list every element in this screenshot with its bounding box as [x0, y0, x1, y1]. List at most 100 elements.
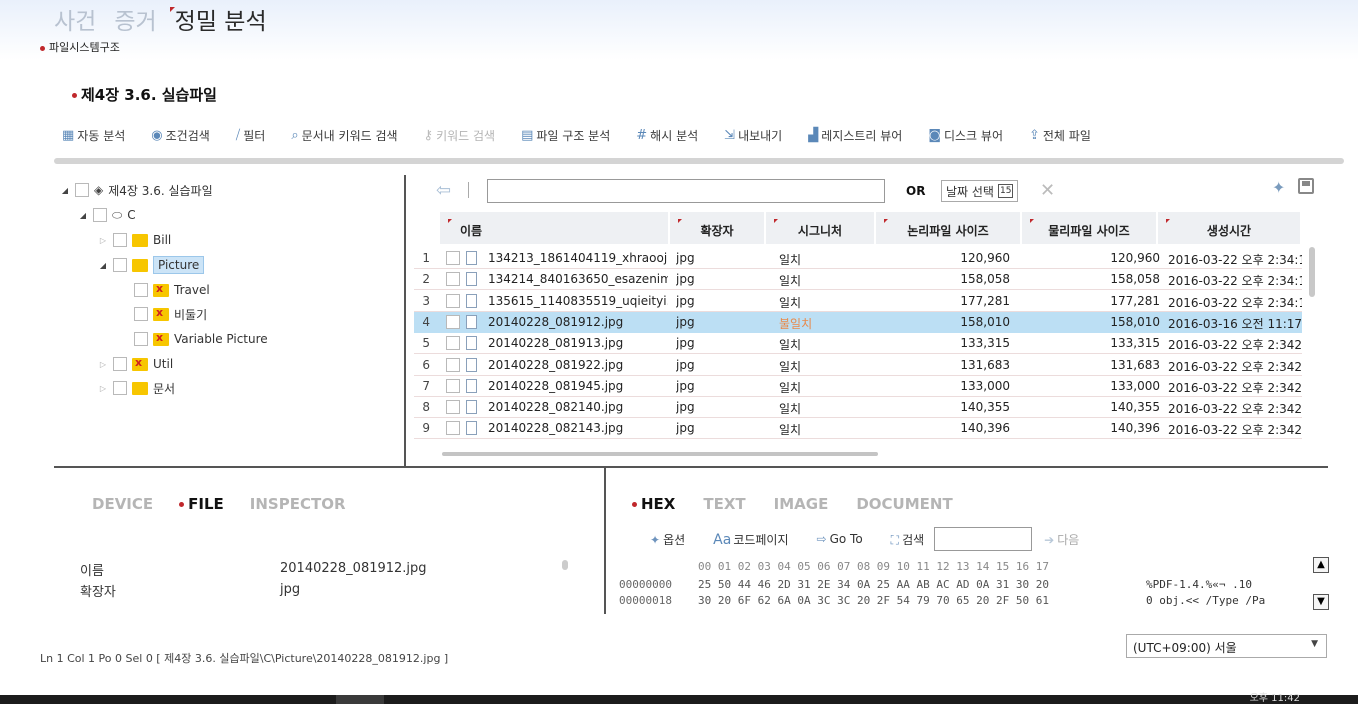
tree-checkbox[interactable]	[134, 332, 148, 346]
table-row[interactable]: 7 20140228_081945.jpg jpg 일치 133,000 133,000 2…	[414, 376, 1302, 397]
col-header-ext[interactable]: 확장자	[670, 212, 766, 244]
toolbar-label: 레지스트리 뷰어	[821, 128, 903, 143]
toolbar-item-auto-analysis[interactable]: ▦ 자동 분석	[62, 124, 125, 146]
tree-item-picture[interactable]: ◢ Picture	[98, 255, 205, 275]
tab-document[interactable]: DOCUMENT	[856, 495, 952, 513]
nav-case[interactable]: 사건	[54, 2, 96, 36]
table-row[interactable]: 6 20140228_081922.jpg jpg 일치 131,683 131,683 2…	[414, 355, 1302, 376]
table-row[interactable]: 8 20140228_082140.jpg jpg 일치 140,355 140,355 2…	[414, 397, 1302, 419]
tree-item-documents[interactable]: ▷ 문서	[98, 378, 175, 398]
cell-signature: 일치	[779, 338, 802, 353]
tree-checkbox[interactable]	[113, 381, 127, 395]
row-checkbox[interactable]	[446, 272, 460, 287]
timezone-select[interactable]: (UTC+09:00) 서울 ▼	[1126, 634, 1327, 658]
tree-checkbox[interactable]	[113, 357, 127, 371]
row-checkbox[interactable]	[446, 421, 460, 436]
hex-bytes[interactable]: 30 20 6F 62 6A 0A 3C 3C 20 2F 54 79 70 6…	[698, 594, 1049, 607]
tab-inspector[interactable]: INSPECTOR	[250, 495, 346, 513]
cell-ext: jpg	[676, 378, 695, 393]
tree-checkbox[interactable]	[113, 258, 127, 272]
toolbar-item-registry[interactable]: ▟ 레지스트리 뷰어	[808, 124, 902, 146]
toolbar-item-file-structure[interactable]: ▤ 파일 구조 분석	[521, 124, 610, 146]
hex-search-button[interactable]: ⛶ 검색	[891, 531, 925, 548]
expanded-triangle-icon[interactable]: ◢	[78, 211, 88, 220]
row-checkbox[interactable]	[446, 378, 460, 393]
clear-filter-icon[interactable]: ✕	[1040, 180, 1055, 201]
tab-hex[interactable]: HEX	[632, 495, 675, 513]
col-header-signature[interactable]: 시그니처	[766, 212, 876, 244]
hex-ascii[interactable]: %PDF-1.4.%«¬ .10	[1146, 578, 1252, 591]
collapsed-triangle-icon[interactable]: ▷	[98, 384, 108, 393]
row-checkbox[interactable]	[446, 251, 460, 265]
vertical-scrollbar[interactable]	[1309, 247, 1315, 297]
tab-image[interactable]: IMAGE	[774, 495, 829, 513]
toolbar-item-filter[interactable]: ⧸ 필터	[236, 124, 266, 146]
col-header-logical-size[interactable]: 논리파일 사이즈	[876, 212, 1022, 244]
tree-drive-c[interactable]: ◢ ⬭ C	[78, 205, 136, 225]
table-row[interactable]: 2 134214_840163650_esazenim. jpg 일치 158,058 1…	[414, 269, 1302, 291]
expanded-triangle-icon[interactable]: ◢	[98, 261, 108, 270]
tree-item-pigeon[interactable]: 비둘기	[134, 304, 207, 324]
taskbar-app[interactable]	[336, 695, 384, 704]
tree-item-variable-picture[interactable]: Variable Picture	[134, 329, 268, 349]
toolbar-item-document-keyword-search[interactable]: ⌕ 문서내 키워드 검색	[291, 124, 397, 146]
horizontal-splitter[interactable]	[54, 466, 1328, 468]
tree-item-travel[interactable]: Travel	[134, 280, 210, 300]
options-button[interactable]: ✦ 옵션	[650, 531, 685, 548]
col-header-name[interactable]: 이름	[440, 212, 670, 244]
horizontal-scrollbar[interactable]	[442, 452, 878, 456]
tree-checkbox[interactable]	[75, 183, 89, 197]
tree-checkbox[interactable]	[134, 283, 148, 297]
toolbar-item-condition-search[interactable]: ◉ 조건검색	[151, 124, 210, 146]
row-checkbox[interactable]	[446, 357, 460, 372]
tree-item-bill[interactable]: ▷ Bill	[98, 230, 171, 250]
tree-item-util[interactable]: ▷ Util	[98, 354, 173, 374]
row-checkbox[interactable]	[446, 314, 460, 329]
tree-checkbox[interactable]	[93, 208, 107, 222]
toolbar-item-disk-viewer[interactable]: ◙ 디스크 뷰어	[928, 124, 1003, 146]
property-scrollbar[interactable]	[562, 560, 568, 570]
save-icon[interactable]	[1298, 178, 1314, 194]
next-button[interactable]: ➔ 다음	[1044, 531, 1079, 548]
tab-text[interactable]: TEXT	[703, 495, 745, 513]
table-row[interactable]: 5 20140228_081913.jpg jpg 일치 133,315 133,315 2…	[414, 333, 1302, 355]
hex-ascii[interactable]: 0 obj.<< /Type /Pa	[1146, 594, 1265, 607]
scroll-up-icon[interactable]: ▲	[1313, 557, 1329, 573]
hex-offset: 00000000	[619, 578, 672, 591]
toolbar-item-all-files[interactable]: ⇪ 전체 파일	[1029, 124, 1091, 146]
tree-root[interactable]: ◢ ◈ 제4장 3.6. 실습파일	[60, 180, 213, 200]
collapsed-triangle-icon[interactable]: ▷	[98, 360, 108, 369]
tree-checkbox[interactable]	[113, 233, 127, 247]
collapsed-triangle-icon[interactable]: ▷	[98, 236, 108, 245]
hex-bytes[interactable]: 25 50 44 46 2D 31 2E 34 0A 25 AA AB AC A…	[698, 578, 1049, 591]
toolbar-item-keyword-search[interactable]: ⚷ 키워드 검색	[424, 124, 496, 146]
tree-splitter[interactable]	[404, 175, 406, 467]
hash-icon: #	[636, 127, 648, 143]
row-checkbox[interactable]	[446, 400, 460, 415]
row-checkbox[interactable]	[446, 293, 460, 308]
tab-device[interactable]: DEVICE	[92, 495, 153, 513]
pin-icon[interactable]: ✦	[1272, 178, 1285, 197]
vertical-splitter[interactable]	[604, 468, 606, 614]
toolbar-item-export[interactable]: ⇲ 내보내기	[724, 124, 782, 146]
table-row[interactable]: 9 20140228_082143.jpg jpg 일치 140,396 140,396 2…	[414, 418, 1302, 440]
row-checkbox[interactable]	[446, 336, 460, 351]
col-header-created-time[interactable]: 생성시간	[1158, 212, 1302, 244]
tree-checkbox[interactable]	[134, 307, 148, 321]
expanded-triangle-icon[interactable]: ◢	[60, 186, 70, 195]
back-arrow-icon[interactable]: ⇦	[436, 180, 451, 201]
nav-detailed-analysis[interactable]: 정밀 분석	[169, 2, 267, 36]
table-row[interactable]: 3 135615_1140835519_uqieityi.j jpg 일치 177,28…	[414, 291, 1302, 312]
table-row[interactable]: 1 134213_1861404119_xhraoojk jpg 일치 120,960 1…	[414, 248, 1302, 269]
tab-file[interactable]: FILE	[179, 495, 224, 513]
goto-button[interactable]: ⇨ Go To	[817, 532, 863, 546]
nav-evidence[interactable]: 증거	[114, 2, 156, 36]
file-search-input[interactable]	[487, 179, 885, 203]
codepage-button[interactable]: Aa 코드페이지	[713, 531, 788, 548]
date-select-button[interactable]: 날짜 선택 15	[941, 180, 1019, 202]
toolbar-item-hash[interactable]: # 해시 분석	[636, 124, 698, 146]
table-row[interactable]: 4 20140228_081912.jpg jpg 불일치 158,010 158,010…	[414, 311, 1302, 333]
col-header-physical-size[interactable]: 물리파일 사이즈	[1022, 212, 1158, 244]
hex-search-input[interactable]	[934, 527, 1033, 551]
scroll-down-icon[interactable]: ▼	[1313, 594, 1329, 610]
